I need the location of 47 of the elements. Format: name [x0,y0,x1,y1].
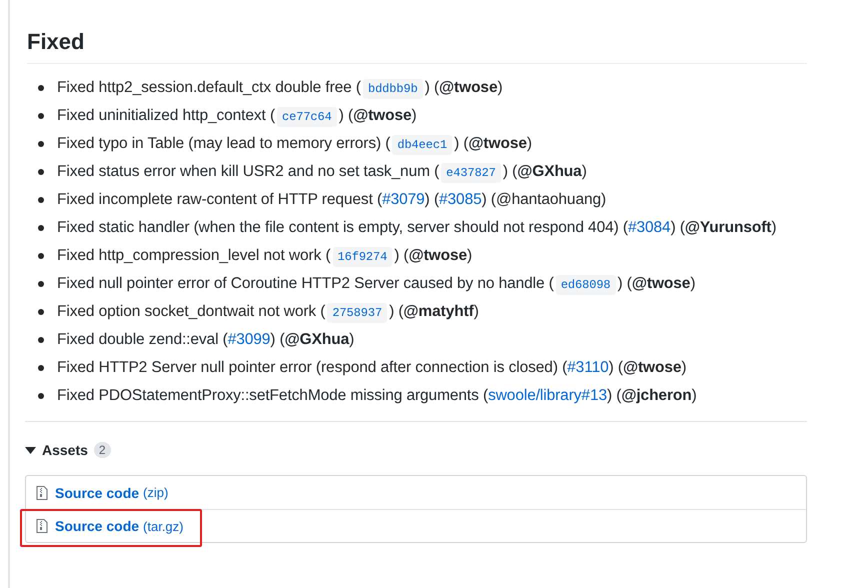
commit-hash[interactable]: db4eec1 [392,135,452,155]
changelog-item: Fixed http_compression_level not work ( 16f9274 ) (@twose) [57,246,472,267]
issue-link[interactable]: #3110 [567,359,609,376]
issue-link[interactable]: #3084 [628,219,671,236]
bullet-icon [38,281,44,287]
changelog-item: Fixed typo in Table (may lead to memory errors) ( db4eec1 ) (@twose) [57,134,532,155]
changelog-item: Fixed http2_session.default_ctx double free ( bddbb9b ) (@twose) [57,78,503,99]
changelog-item: Fixed null pointer error of Coroutine HTTP2 Server caused by no handle ( ed68098 ) (@twose) [57,274,696,295]
bullet-icon [38,253,44,259]
issue-link[interactable]: swoole/library#13 [488,387,607,404]
format-label: (tar.gz) [143,518,184,534]
zip-file-icon [36,519,48,533]
section-heading: Fixed [27,28,807,64]
changelog-item: Fixed static handler (when the file content is empty, server should not respond 404) (#3084) (@Yurunsoft) [57,218,776,238]
changelog-item: Fixed uninitialized http_context ( ce77c64 ) (@twose) [57,106,417,127]
changelog-item: Fixed incomplete raw-content of HTTP request (#3079) (#3085) (@hantaohuang) [57,190,606,210]
bullet-icon [38,169,44,175]
format-label: (zip) [143,485,168,500]
triangle-icon[interactable] [25,446,36,454]
commit-hash[interactable]: ed68098 [556,275,616,295]
bullet-icon [38,309,44,315]
commit-hash[interactable]: e437827 [441,163,501,183]
source-code-link[interactable]: Source code [55,518,140,534]
changelog-item: Fixed option socket_dontwait not work ( 2758937 ) (@matyhtf) [57,302,479,323]
assets-heading[interactable]: Assets [42,442,88,458]
changelog-item: Fixed status error when kill USR2 and no set task_num ( e437827 ) (@GXhua) [57,162,587,183]
commit-hash[interactable]: bddbb9b [362,79,423,99]
bullet-icon [38,225,44,231]
bullet-icon [38,197,44,203]
commit-hash[interactable]: 2758937 [327,303,388,323]
changelog-item: Fixed double zend::eval (#3099) (@GXhua) [57,330,354,350]
issue-link[interactable]: #3085 [439,191,482,208]
issue-link[interactable]: #3099 [228,331,270,348]
changelog-item: Fixed HTTP2 Server null pointer error (respond after connection is closed) (#3110) (@twose) [57,358,686,378]
source-code-link[interactable]: Source code [55,484,140,500]
bullet-icon [38,113,44,119]
bullet-icon [38,365,44,371]
zip-file-icon [36,486,48,500]
bullet-icon [38,141,44,147]
commit-hash[interactable]: ce77c64 [277,107,337,127]
issue-link[interactable]: #3079 [382,191,425,208]
bullet-icon [38,85,44,91]
bullet-icon [38,337,44,343]
commit-hash[interactable]: 16f9274 [332,247,392,267]
count-badge: 2 [94,442,111,458]
bullet-icon [38,393,44,399]
changelog-item: Fixed PDOStatementProxy::setFetchMode missing arguments (swoole/library#13) (@jcheron) [57,386,697,406]
